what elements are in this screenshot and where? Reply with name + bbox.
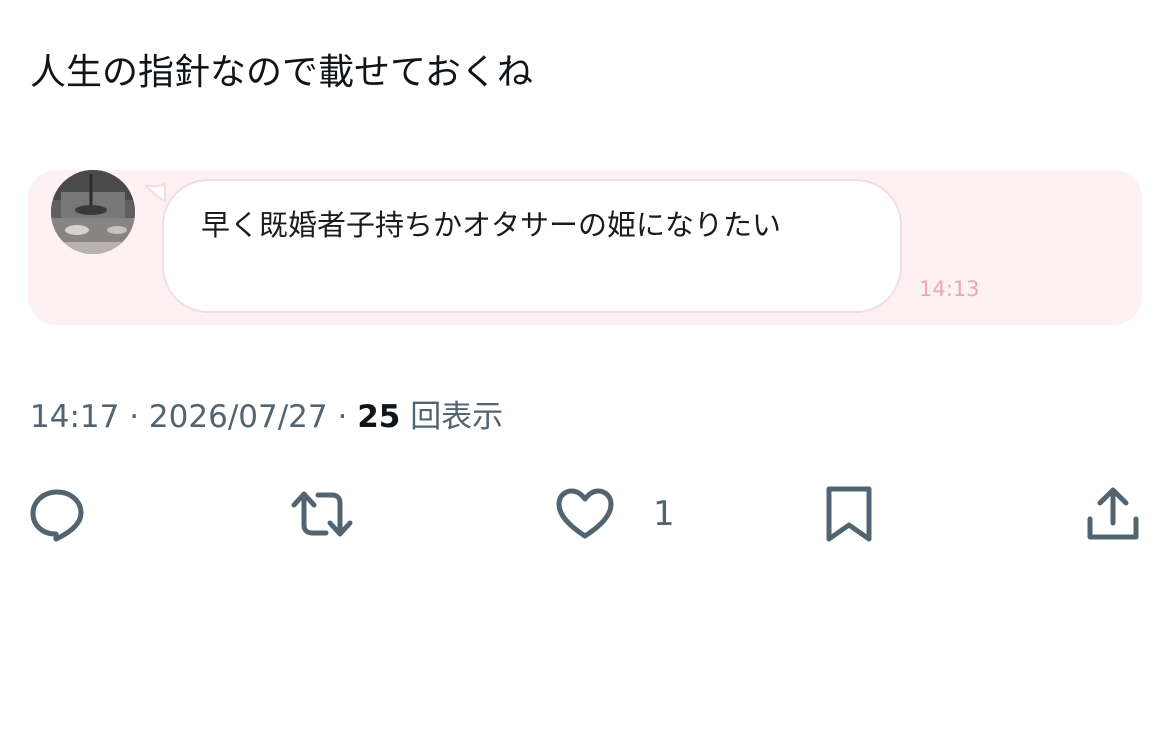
like-count: 1 (653, 494, 675, 534)
meta-separator: · (129, 399, 140, 435)
tweet-text: 人生の指針なので載せておくね (30, 52, 533, 93)
meta-separator: · (337, 399, 348, 435)
avatar[interactable] (51, 170, 135, 254)
share-button[interactable] (1084, 484, 1142, 544)
tweet-time[interactable]: 14:17 (30, 399, 119, 435)
tweet-detail: 人生の指針なので載せておくね 早く既婚者子持ちかオタサーの姫になりたい 14:1… (0, 0, 1170, 740)
bookmark-icon (826, 486, 872, 542)
like-button[interactable]: 1 (555, 484, 675, 544)
avatar-photo (51, 170, 135, 254)
tweet-date[interactable]: 2026/07/27 (149, 399, 328, 435)
chat-time: 14:13 (919, 277, 980, 301)
bookmark-button[interactable] (822, 484, 876, 544)
heart-icon (556, 488, 614, 539)
tweet-meta: 14:17 · 2026/07/27 · 25 回表示 (30, 396, 503, 438)
share-icon (1087, 487, 1139, 540)
views-count[interactable]: 25 (357, 399, 400, 435)
retweet-button[interactable] (290, 484, 354, 544)
chat-message: 早く既婚者子持ちかオタサーの姫になりたい (201, 208, 782, 242)
views-label[interactable]: 回表示 (410, 399, 503, 435)
reply-icon (30, 489, 84, 542)
reply-button[interactable] (28, 484, 86, 544)
retweet-icon (291, 491, 353, 537)
